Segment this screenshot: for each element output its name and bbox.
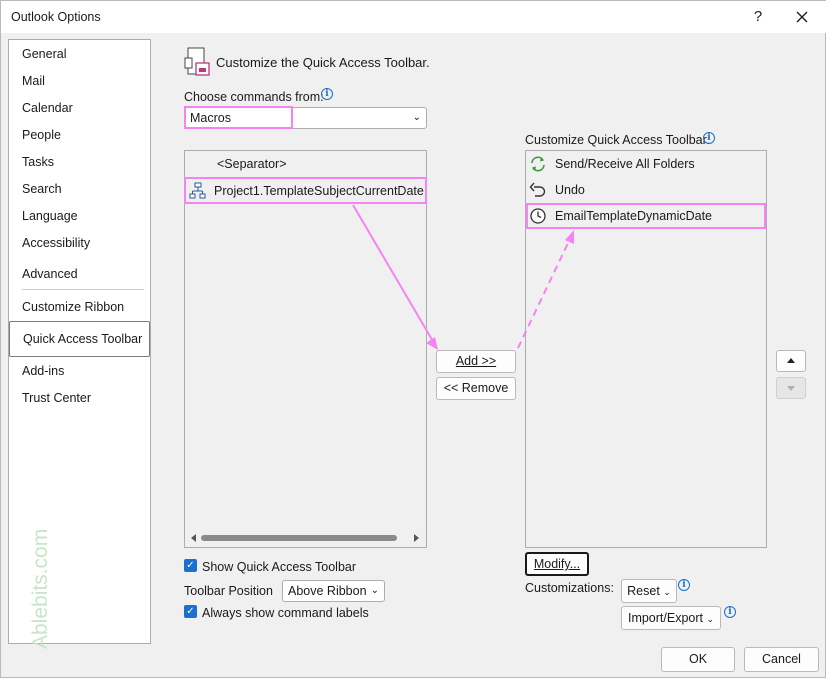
nav-item-people[interactable]: People bbox=[9, 122, 150, 149]
add-button-label: Add >> bbox=[455, 354, 497, 368]
available-commands-list[interactable] bbox=[184, 150, 427, 548]
nav-item-mail[interactable]: Mail bbox=[9, 68, 150, 95]
nav-item-quick-access-toolbar[interactable]: Quick Access Toolbar bbox=[9, 321, 150, 357]
chevron-down-icon: ⌄ bbox=[412, 112, 421, 123]
window-title: Outlook Options bbox=[11, 10, 101, 24]
close-button[interactable] bbox=[787, 3, 817, 31]
source-macro-highlight bbox=[184, 177, 427, 204]
modify-button-label: Modify... bbox=[533, 557, 581, 571]
chevron-down-icon: ⌄ bbox=[706, 614, 715, 624]
import-export-button-label: Import/Export bbox=[627, 611, 703, 625]
move-down-button[interactable] bbox=[776, 377, 806, 399]
cancel-button-label: Cancel bbox=[762, 652, 801, 666]
watermark-text: Ablebits.com bbox=[29, 529, 52, 649]
toolbar-position-value: Above Ribbon bbox=[288, 584, 367, 598]
nav-item-calendar[interactable]: Calendar bbox=[9, 95, 150, 122]
list-item-send-receive[interactable]: Send/Receive All Folders bbox=[555, 151, 695, 177]
chevron-down-icon: ⌄ bbox=[663, 587, 671, 597]
info-icon: i bbox=[321, 88, 333, 100]
nav-item-search[interactable]: Search bbox=[9, 176, 150, 203]
list-item-undo[interactable]: Undo bbox=[555, 177, 585, 203]
quick-access-toolbar-icon bbox=[184, 47, 210, 76]
nav-item-add-ins[interactable]: Add-ins bbox=[9, 358, 150, 385]
reset-button[interactable]: Reset ⌄ bbox=[621, 579, 677, 603]
added-macro-highlight bbox=[526, 203, 766, 229]
show-qat-checkbox[interactable]: ✓ bbox=[184, 559, 197, 572]
always-show-labels-label: Always show command labels bbox=[202, 606, 369, 620]
cancel-button[interactable]: Cancel bbox=[744, 647, 819, 672]
nav-item-trust-center[interactable]: Trust Center bbox=[9, 385, 150, 412]
triangle-down-icon bbox=[787, 386, 795, 391]
choose-commands-label: Choose commands from: bbox=[184, 90, 324, 104]
list-item-separator[interactable]: <Separator> bbox=[217, 151, 287, 177]
move-up-button[interactable] bbox=[776, 350, 806, 372]
macros-highlight bbox=[184, 106, 293, 129]
remove-button-label: << Remove bbox=[443, 381, 509, 395]
remove-button[interactable]: << Remove bbox=[436, 377, 516, 400]
info-icon: i bbox=[724, 606, 736, 618]
title-bar: Outlook Options ? bbox=[1, 1, 826, 33]
toolbar-position-dropdown[interactable]: Above Ribbon ⌄ bbox=[282, 580, 385, 602]
import-export-button[interactable]: Import/Export ⌄ bbox=[621, 606, 721, 630]
horizontal-scrollbar[interactable] bbox=[185, 530, 425, 546]
customizations-label: Customizations: bbox=[525, 581, 614, 595]
always-show-labels-checkbox[interactable]: ✓ bbox=[184, 605, 197, 618]
toolbar-position-label: Toolbar Position bbox=[184, 584, 273, 598]
ok-button[interactable]: OK bbox=[661, 647, 735, 672]
add-button[interactable]: Add >> bbox=[436, 350, 516, 373]
nav-item-customize-ribbon[interactable]: Customize Ribbon bbox=[9, 294, 150, 321]
arrowhead-add bbox=[426, 337, 438, 350]
undo-icon bbox=[529, 182, 546, 197]
help-button[interactable]: ? bbox=[743, 3, 773, 31]
modify-button[interactable]: Modify... bbox=[525, 552, 589, 576]
info-icon: i bbox=[703, 132, 715, 144]
show-qat-label: Show Quick Access Toolbar bbox=[202, 560, 357, 574]
chevron-down-icon: ⌄ bbox=[370, 585, 379, 596]
customize-qat-label: Customize Quick Access Toolbar: bbox=[525, 133, 711, 147]
nav-item-accessibility[interactable]: Accessibility bbox=[9, 230, 150, 257]
nav-item-advanced[interactable]: Advanced bbox=[9, 261, 150, 288]
page-heading: Customize the Quick Access Toolbar. bbox=[216, 55, 430, 70]
reset-button-label: Reset bbox=[627, 584, 660, 598]
nav-item-tasks[interactable]: Tasks bbox=[9, 149, 150, 176]
nav-divider bbox=[22, 289, 144, 290]
ok-button-label: OK bbox=[688, 652, 708, 666]
close-icon bbox=[796, 11, 808, 23]
nav-item-general[interactable]: General bbox=[9, 41, 150, 68]
info-icon: i bbox=[678, 579, 690, 591]
send-receive-icon bbox=[531, 156, 545, 172]
triangle-up-icon bbox=[787, 358, 795, 363]
options-dialog: Outlook Options ? General Mail Calendar … bbox=[0, 0, 826, 678]
nav-item-language[interactable]: Language bbox=[9, 203, 150, 230]
ablebits-watermark: Ablebits.com bbox=[29, 529, 52, 649]
